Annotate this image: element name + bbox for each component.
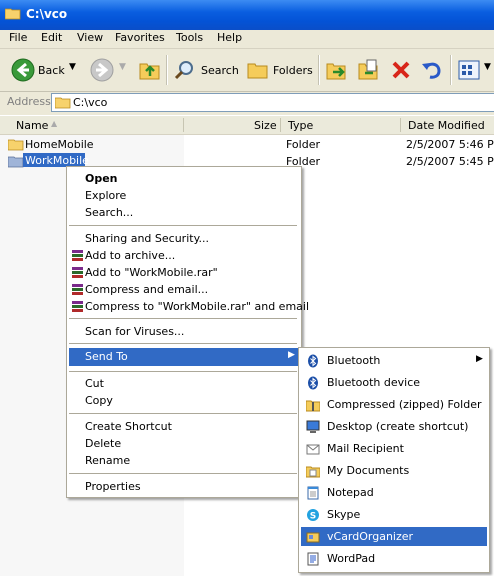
send-to-label: Bluetooth device: [327, 376, 421, 389]
title-bar[interactable]: C:\vco: [0, 0, 494, 30]
submenu-arrow-icon: ▶: [476, 354, 483, 364]
menu-item-search[interactable]: Search...: [85, 206, 133, 219]
menu-item-rename[interactable]: Rename: [85, 454, 130, 467]
mail-icon: [306, 444, 320, 455]
wordpad-icon: [307, 552, 319, 566]
back-button[interactable]: Back ▼: [8, 55, 86, 85]
address-path: C:\vco: [73, 96, 108, 109]
menu-tools[interactable]: Tools: [176, 31, 203, 44]
menu-item-open[interactable]: Open: [85, 172, 118, 185]
submenu-arrow-icon: ▶: [288, 350, 295, 360]
send-to-label: Compressed (zipped) Folder: [327, 398, 482, 411]
chevron-down-icon[interactable]: ▼: [119, 62, 126, 72]
folder-icon: [5, 8, 21, 20]
send-to-label: vCardOrganizer: [327, 530, 414, 543]
views-button[interactable]: ▼: [456, 55, 494, 85]
menu-item-create-shortcut[interactable]: Create Shortcut: [85, 420, 172, 433]
send-to-label: My Documents: [327, 464, 410, 477]
send-to-label: Mail Recipient: [327, 442, 404, 455]
folders-button[interactable]: Folders: [244, 55, 314, 85]
chevron-down-icon[interactable]: ▼: [484, 62, 491, 72]
search-icon: [174, 61, 193, 80]
my-documents-icon: [306, 466, 320, 478]
delete-icon[interactable]: [390, 59, 412, 81]
folder-icon: [8, 139, 24, 151]
menu-bar: File Edit View Favorites Tools Help: [0, 30, 494, 49]
context-menu: Open Explore Search... Sharing and Secur…: [66, 166, 309, 498]
file-modified: 2/5/2007 5:45 PM: [406, 155, 494, 168]
menu-edit[interactable]: Edit: [41, 31, 62, 44]
back-arrow-icon: [11, 58, 35, 82]
menu-help[interactable]: Help: [217, 31, 242, 44]
winrar-icon: [72, 250, 83, 261]
bluetooth-icon: [308, 376, 318, 390]
column-size[interactable]: Size: [254, 119, 277, 132]
folder-icon: [55, 97, 71, 109]
menu-item-add-rar[interactable]: Add to "WorkMobile.rar": [85, 266, 218, 279]
send-to-label: Send To: [85, 350, 128, 363]
desktop-icon: [306, 420, 320, 433]
folders-label: Folders: [273, 64, 313, 77]
toolbar: Back ▼ ▼ Search Folders ▼: [0, 49, 494, 92]
menu-item-explore[interactable]: Explore: [85, 189, 126, 202]
views-icon: [458, 60, 480, 80]
send-to-submenu: Bluetooth ▶ Bluetooth device Compressed …: [298, 347, 490, 573]
send-to-label: Notepad: [327, 486, 374, 499]
forward-button[interactable]: ▼: [88, 55, 130, 85]
column-header: Name ▲ Size Type Date Modified: [0, 116, 494, 135]
menu-item-sharing[interactable]: Sharing and Security...: [85, 232, 209, 245]
bluetooth-icon: [308, 354, 318, 368]
menu-view[interactable]: View: [77, 31, 103, 44]
menu-item-compress-email[interactable]: Compress and email...: [85, 283, 208, 296]
folder-icon: [8, 156, 24, 168]
search-label: Search: [201, 64, 239, 77]
menu-item-copy[interactable]: Copy: [85, 394, 113, 407]
menu-item-compress-rar-email[interactable]: Compress to "WorkMobile.rar" and email: [85, 300, 309, 313]
move-to-icon[interactable]: [325, 58, 349, 82]
notepad-icon: [307, 486, 319, 500]
svg-text:S: S: [310, 512, 316, 522]
undo-icon[interactable]: [421, 59, 443, 81]
menu-file[interactable]: File: [9, 31, 27, 44]
column-type[interactable]: Type: [288, 119, 313, 132]
copy-to-icon[interactable]: [357, 58, 381, 82]
chevron-down-icon[interactable]: ▼: [69, 62, 76, 72]
skype-icon: S: [307, 509, 319, 522]
winrar-icon: [72, 284, 83, 295]
menu-item-add-archive[interactable]: Add to archive...: [85, 249, 175, 262]
forward-arrow-icon: [90, 58, 114, 82]
send-to-label: Bluetooth: [327, 354, 381, 367]
menu-item-properties[interactable]: Properties: [85, 480, 141, 493]
menu-item-send-to[interactable]: Send To ▶: [69, 348, 299, 366]
window-title: C:\vco: [26, 7, 68, 21]
winrar-icon: [72, 267, 83, 278]
winrar-icon: [72, 301, 83, 312]
zip-folder-icon: [306, 400, 320, 412]
sort-arrow-icon: ▲: [51, 119, 58, 128]
send-to-item-vcardorganizer[interactable]: vCardOrganizer: [301, 527, 487, 546]
address-label: Address: [7, 95, 51, 108]
vcard-organizer-icon: [306, 532, 320, 543]
menu-favorites[interactable]: Favorites: [115, 31, 165, 44]
up-folder-icon[interactable]: [138, 58, 162, 82]
send-to-label: WordPad: [327, 552, 376, 565]
menu-item-delete[interactable]: Delete: [85, 437, 121, 450]
file-name: HomeMobile: [25, 138, 94, 151]
menu-item-scan[interactable]: Scan for Viruses...: [85, 325, 184, 338]
send-to-label: Skype: [327, 508, 361, 521]
file-type: Folder: [286, 138, 320, 151]
column-date-modified[interactable]: Date Modified: [408, 119, 485, 132]
address-field[interactable]: C:\vco: [51, 93, 494, 112]
back-label: Back: [38, 64, 65, 77]
folders-icon: [247, 63, 268, 79]
send-to-label: Desktop (create shortcut): [327, 420, 469, 433]
menu-item-cut[interactable]: Cut: [85, 377, 104, 390]
column-name[interactable]: Name: [16, 119, 48, 132]
file-modified: 2/5/2007 5:46 PM: [406, 138, 494, 151]
search-button[interactable]: Search: [170, 55, 240, 85]
